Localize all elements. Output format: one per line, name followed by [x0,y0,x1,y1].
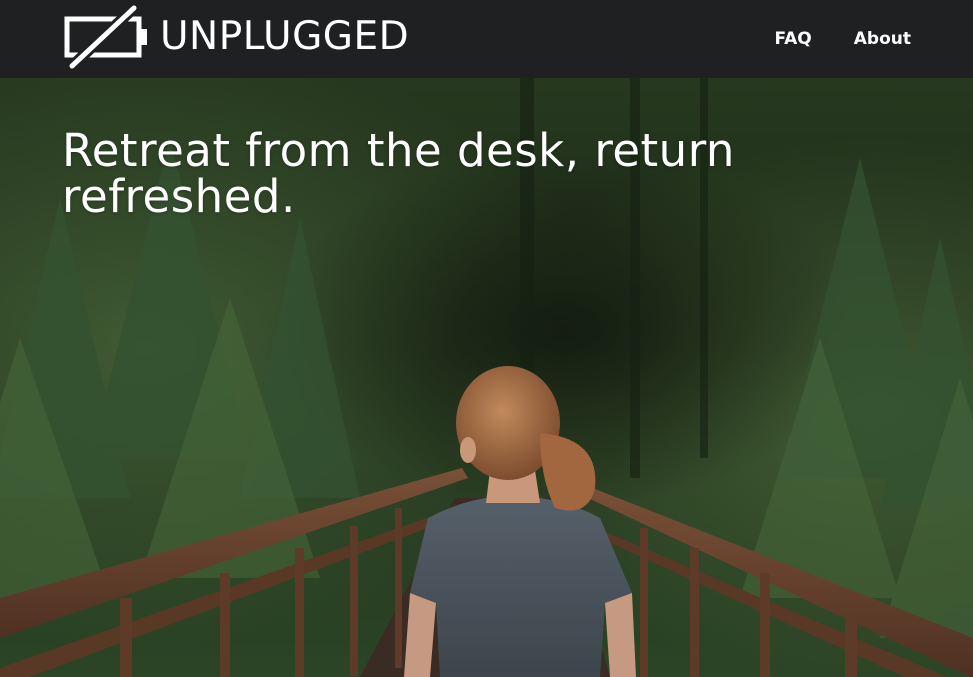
hero-headline: Retreat from the desk, return refreshed. [62,124,735,223]
brand-name: UNPLUGGED [160,14,410,59]
unplugged-battery-icon [64,4,147,70]
brand-logo-link[interactable]: UNPLUGGED [64,4,409,70]
hero-section: Retreat from the desk, return refreshed. [0,78,973,677]
main-nav: FAQ About [732,0,911,78]
nav-link-faq[interactable]: FAQ [774,29,811,49]
nav-link-about[interactable]: About [854,29,911,49]
site-header: UNPLUGGED FAQ About [0,0,973,78]
